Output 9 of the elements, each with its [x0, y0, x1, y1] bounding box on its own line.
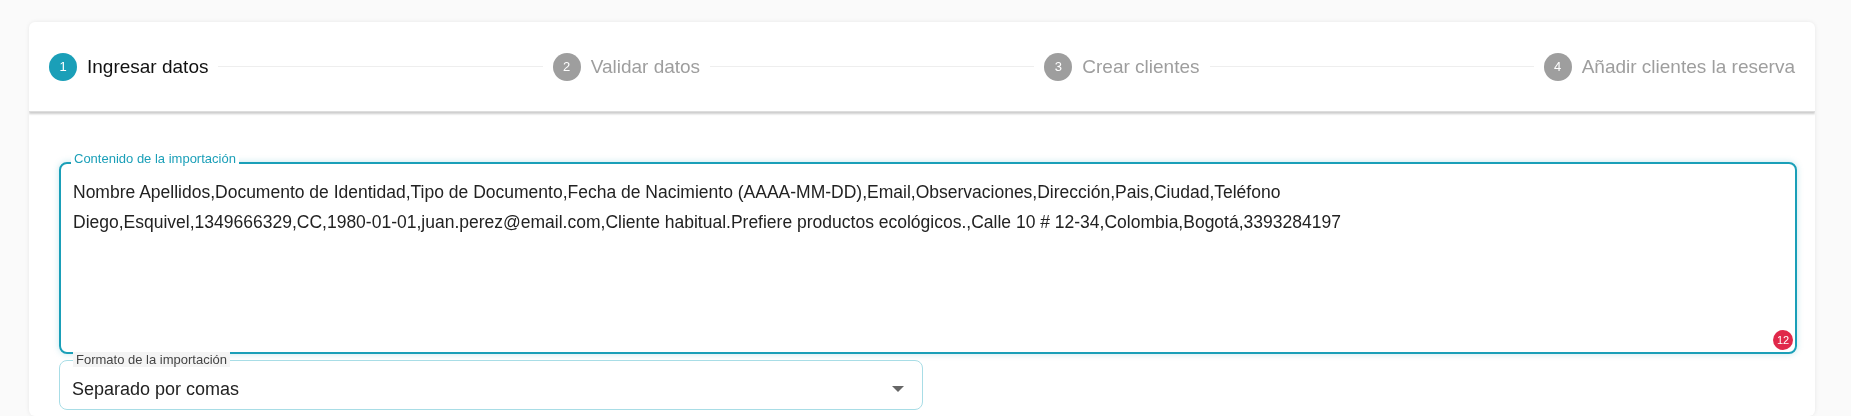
step-label[interactable]: Ingresar datos: [87, 55, 209, 78]
count-badge: 12: [1773, 330, 1793, 350]
step-number: 2: [552, 52, 581, 81]
caret-icon: [892, 386, 904, 392]
step-number: 4: [1543, 52, 1572, 81]
step-number: 3: [1044, 52, 1073, 81]
step-number: 1: [49, 52, 77, 81]
field-label: Contenido de la importación: [71, 151, 239, 166]
field-label: Formato de la importación: [73, 352, 230, 367]
